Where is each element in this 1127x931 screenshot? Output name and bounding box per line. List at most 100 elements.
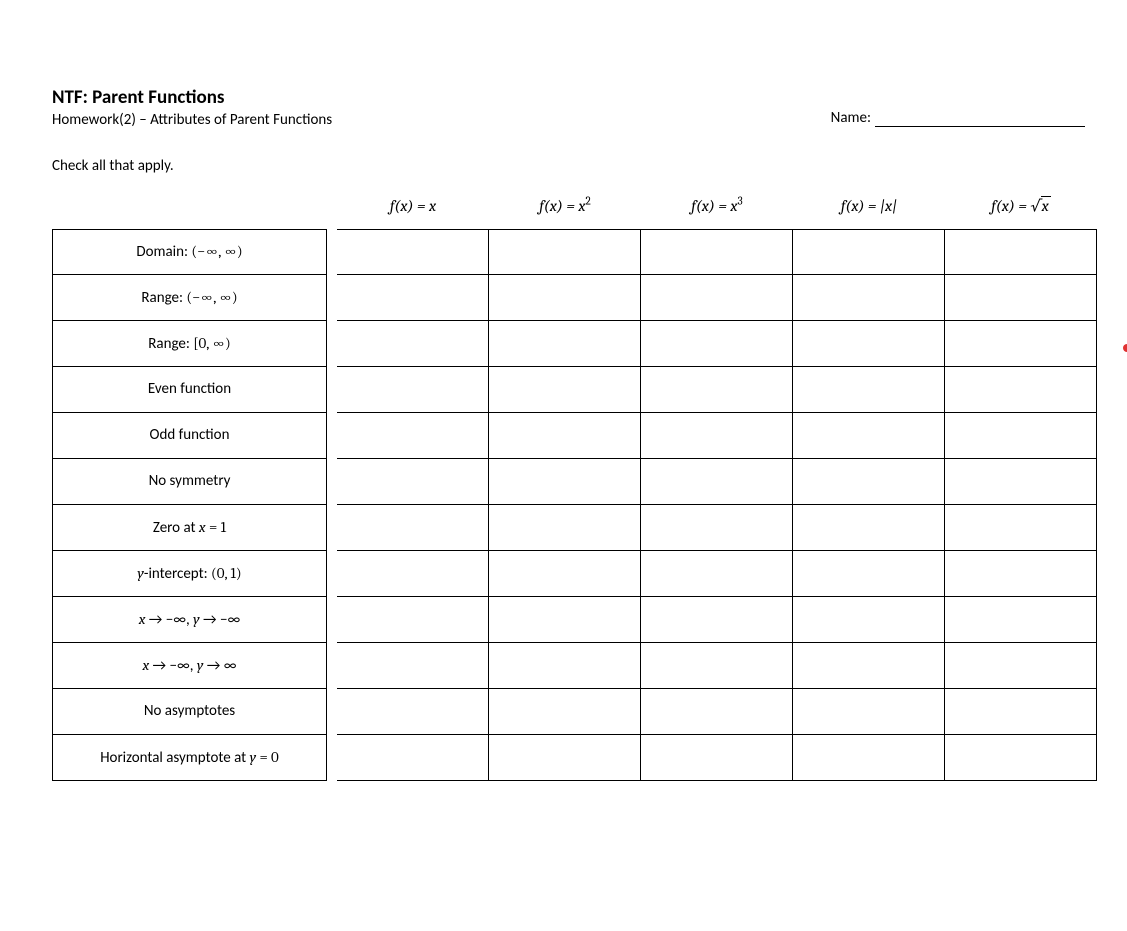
check-cell[interactable] xyxy=(793,643,945,689)
check-cell[interactable] xyxy=(337,367,489,413)
check-cell[interactable] xyxy=(337,413,489,459)
check-cell[interactable] xyxy=(793,597,945,643)
table-body: Domain: (−∞, ∞)Range: (−∞, ∞)Range: [0, … xyxy=(52,229,1097,781)
check-cell[interactable] xyxy=(793,413,945,459)
row-gap xyxy=(327,413,337,459)
table-header-row: f(x) = x f(x) = x2 f(x) = x3 f(x) = |x| … xyxy=(52,183,1097,229)
row-label: Horizontal asymptote at y = 0 xyxy=(52,735,327,781)
check-cell[interactable] xyxy=(489,275,641,321)
row-gap xyxy=(327,735,337,781)
table-row: No symmetry xyxy=(52,459,1097,505)
header: NTF: Parent Functions Homework(2) – Attr… xyxy=(52,88,1085,129)
check-cell[interactable] xyxy=(641,275,793,321)
check-cell[interactable] xyxy=(945,459,1097,505)
check-cell[interactable] xyxy=(337,459,489,505)
check-cell[interactable] xyxy=(489,505,641,551)
check-cell[interactable] xyxy=(793,229,945,275)
check-cell[interactable] xyxy=(337,735,489,781)
check-cell[interactable] xyxy=(793,367,945,413)
col-header-fx-absx: f(x) = |x| xyxy=(793,183,945,229)
row-label: No symmetry xyxy=(52,459,327,505)
check-cell[interactable] xyxy=(793,689,945,735)
check-cell[interactable] xyxy=(945,505,1097,551)
check-cell[interactable] xyxy=(945,229,1097,275)
table-row: y-intercept: (0, 1) xyxy=(52,551,1097,597)
row-gap xyxy=(327,597,337,643)
check-cell[interactable] xyxy=(489,597,641,643)
check-cell[interactable] xyxy=(793,551,945,597)
check-cell[interactable] xyxy=(641,459,793,505)
check-cell[interactable] xyxy=(337,551,489,597)
check-cell[interactable] xyxy=(945,735,1097,781)
row-label: Odd function xyxy=(52,413,327,459)
row-gap xyxy=(327,367,337,413)
row-label: No asymptotes xyxy=(52,689,327,735)
check-cell[interactable] xyxy=(945,321,1097,367)
check-cell[interactable] xyxy=(489,367,641,413)
check-cell[interactable] xyxy=(793,275,945,321)
check-cell[interactable] xyxy=(945,689,1097,735)
check-cell[interactable] xyxy=(641,505,793,551)
check-cell[interactable] xyxy=(337,597,489,643)
check-cell[interactable] xyxy=(641,689,793,735)
check-cell[interactable] xyxy=(945,643,1097,689)
check-cell[interactable] xyxy=(793,505,945,551)
col-header-fx-x3: f(x) = x3 xyxy=(641,183,793,229)
row-gap xyxy=(327,505,337,551)
check-cell[interactable] xyxy=(945,367,1097,413)
check-cell[interactable] xyxy=(337,229,489,275)
check-cell[interactable] xyxy=(641,551,793,597)
worksheet-page: NTF: Parent Functions Homework(2) – Attr… xyxy=(0,0,1127,931)
col-header-fx-sqrtx: f(x) = √x xyxy=(945,183,1097,229)
check-cell[interactable] xyxy=(489,321,641,367)
check-cell[interactable] xyxy=(945,413,1097,459)
check-cell[interactable] xyxy=(337,505,489,551)
check-cell[interactable] xyxy=(641,367,793,413)
table-row: No asymptotes xyxy=(52,689,1097,735)
check-cell[interactable] xyxy=(489,459,641,505)
check-cell[interactable] xyxy=(793,321,945,367)
row-label: Even function xyxy=(52,367,327,413)
check-cell[interactable] xyxy=(641,321,793,367)
check-cell[interactable] xyxy=(337,689,489,735)
header-blank xyxy=(52,183,327,229)
row-gap xyxy=(327,229,337,275)
col-header-fx-x: f(x) = x xyxy=(337,183,489,229)
check-cell[interactable] xyxy=(489,689,641,735)
name-input-line[interactable] xyxy=(875,112,1085,127)
check-cell[interactable] xyxy=(489,229,641,275)
check-cell[interactable] xyxy=(945,551,1097,597)
check-cell[interactable] xyxy=(489,413,641,459)
check-cell[interactable] xyxy=(337,275,489,321)
check-cell[interactable] xyxy=(337,321,489,367)
check-cell[interactable] xyxy=(641,597,793,643)
table-row: Zero at x = 1 xyxy=(52,505,1097,551)
row-gap xyxy=(327,689,337,735)
check-cell[interactable] xyxy=(945,597,1097,643)
table-row: x → −∞, y → −∞ xyxy=(52,597,1097,643)
row-label: Zero at x = 1 xyxy=(52,505,327,551)
row-label: x → −∞, y → ∞ xyxy=(52,643,327,689)
check-cell[interactable] xyxy=(489,551,641,597)
check-cell[interactable] xyxy=(793,459,945,505)
check-cell[interactable] xyxy=(641,735,793,781)
page-subtitle: Homework(2) – Attributes of Parent Funct… xyxy=(52,111,332,129)
check-cell[interactable] xyxy=(793,735,945,781)
check-cell[interactable] xyxy=(337,643,489,689)
check-cell[interactable] xyxy=(489,643,641,689)
instruction-text: Check all that apply. xyxy=(52,157,1085,175)
check-cell[interactable] xyxy=(945,275,1097,321)
table-row: Horizontal asymptote at y = 0 xyxy=(52,735,1097,781)
check-cell[interactable] xyxy=(641,643,793,689)
row-gap xyxy=(327,321,337,367)
check-cell[interactable] xyxy=(641,413,793,459)
row-label: x → −∞, y → −∞ xyxy=(52,597,327,643)
name-field: Name: xyxy=(831,109,1085,127)
check-cell[interactable] xyxy=(489,735,641,781)
col-header-fx-x2: f(x) = x2 xyxy=(489,183,641,229)
header-gap xyxy=(327,183,337,229)
table-row: x → −∞, y → ∞ xyxy=(52,643,1097,689)
table-row: Range: (−∞, ∞) xyxy=(52,275,1097,321)
annotation-dot-icon xyxy=(1123,344,1127,352)
check-cell[interactable] xyxy=(641,229,793,275)
